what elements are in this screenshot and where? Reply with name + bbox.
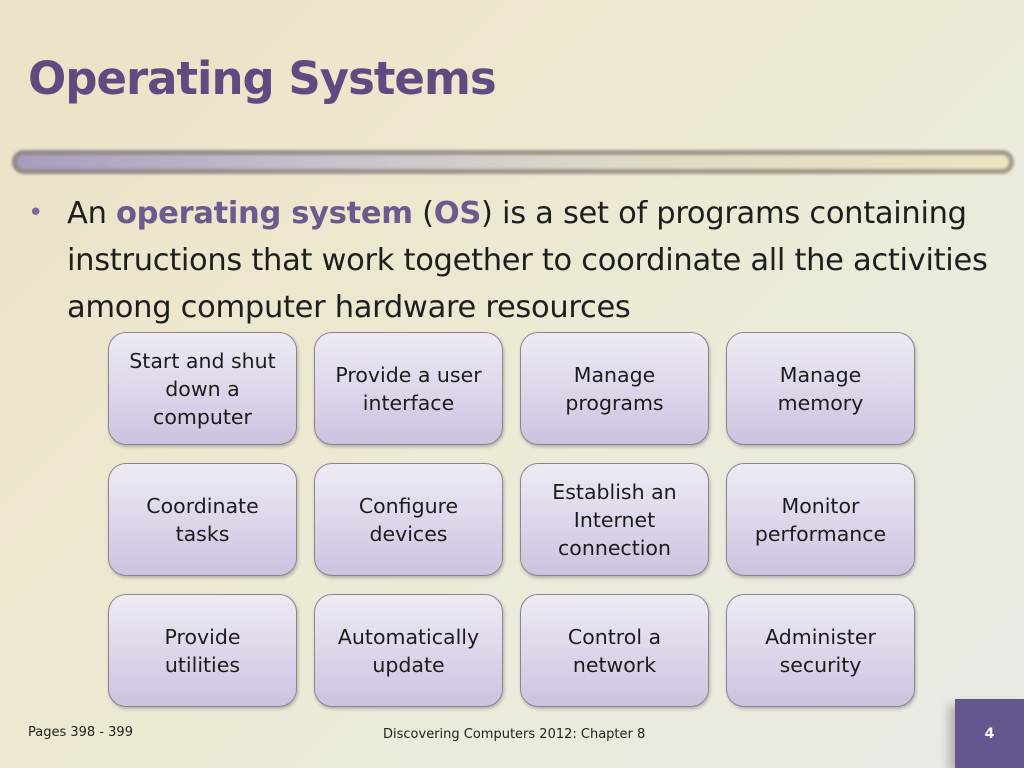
term-highlight: operating system xyxy=(116,196,413,231)
function-box: Control a network xyxy=(520,594,709,707)
function-box: Administer security xyxy=(726,594,915,707)
abbr-highlight: OS xyxy=(433,196,482,231)
bullet-paren: ( xyxy=(412,196,434,231)
function-box: Provide a user interface xyxy=(314,332,503,445)
bullet-marker-icon: • xyxy=(28,198,44,228)
function-box: Establish an Internet connection xyxy=(520,463,709,576)
function-box: Monitor performance xyxy=(726,463,915,576)
footer-pages: Pages 398 - 399 xyxy=(28,725,133,740)
function-box: Coordinate tasks xyxy=(108,463,297,576)
function-box: Provide utilities xyxy=(108,594,297,707)
title-divider xyxy=(12,150,1014,174)
function-box: Manage memory xyxy=(726,332,915,445)
slide-number-tab: 4 xyxy=(955,699,1024,768)
function-box: Manage programs xyxy=(520,332,709,445)
function-box: Automatically update xyxy=(314,594,503,707)
bullet-text: An operating system (OS) is a set of pro… xyxy=(67,190,1008,331)
function-box: Start and shut down a computer xyxy=(108,332,297,445)
slide-title: Operating Systems xyxy=(28,52,497,105)
footer-source: Discovering Computers 2012: Chapter 8 xyxy=(383,727,646,742)
slide-number: 4 xyxy=(984,726,995,742)
os-functions-grid: Start and shut down a computer Provide a… xyxy=(108,332,915,707)
bullet-prefix: An xyxy=(67,196,116,231)
bullet-point: • An operating system (OS) is a set of p… xyxy=(28,190,1008,331)
function-box: Configure devices xyxy=(314,463,503,576)
